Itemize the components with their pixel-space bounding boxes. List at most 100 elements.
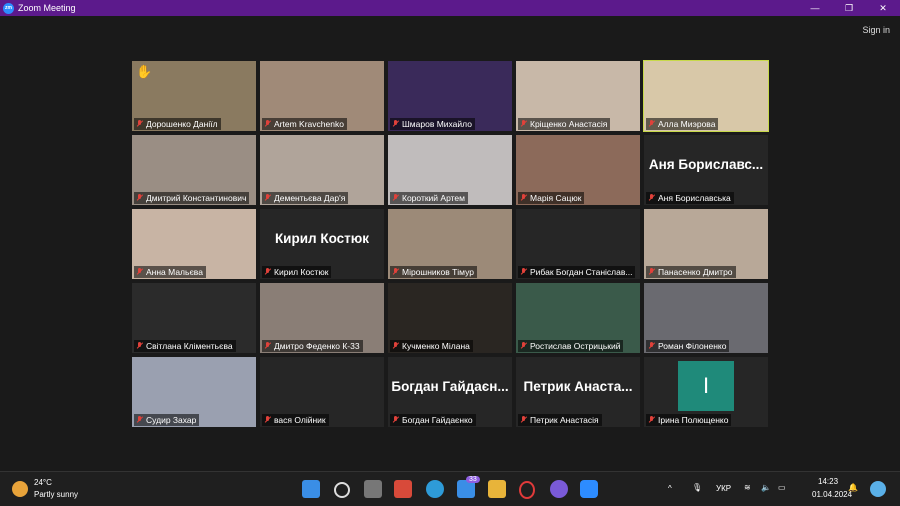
mic-muted-icon	[136, 194, 143, 202]
participant-tile[interactable]: Короткий Артем	[388, 135, 512, 205]
participant-name: Ростислав Острицький	[530, 341, 621, 351]
opera-icon[interactable]	[519, 481, 535, 499]
participant-tile[interactable]: Дементьєва Дар'я	[260, 135, 384, 205]
participant-name: Шмаров Михайло	[402, 119, 472, 129]
participant-name: Artem Kravchenko	[274, 119, 344, 129]
participant-tile[interactable]: Кучменко Мілана	[388, 283, 512, 353]
maximize-button[interactable]: ❐	[832, 0, 866, 16]
copilot-icon[interactable]	[870, 481, 886, 497]
title-bar: zm Zoom Meeting — ❐ ✕	[0, 0, 900, 16]
participant-tile[interactable]: Рибак Богдан Станіслав...	[516, 209, 640, 279]
mic-muted-icon	[392, 268, 399, 276]
battery-icon[interactable]: ▭	[778, 483, 786, 492]
participant-tile[interactable]: Судир Захар	[132, 357, 256, 427]
participant-name: Панасенко Дмитро	[658, 267, 733, 277]
participant-name-tag: Петрик Анастасія	[518, 414, 602, 426]
participant-name-tag: Богдан Гайдаєнко	[390, 414, 476, 426]
participant-tile[interactable]: Шмаров Михайло	[388, 61, 512, 131]
mic-muted-icon	[136, 120, 143, 128]
mail-badge: 33	[466, 476, 480, 483]
participant-name-tag: вася Олійник	[262, 414, 329, 426]
mic-muted-icon	[264, 342, 271, 350]
participant-tile[interactable]: Роман Філоненко	[644, 283, 768, 353]
participant-name: Короткий Артем	[402, 193, 465, 203]
task-view-icon[interactable]	[364, 480, 382, 498]
participant-name-tag: Алла Миэрова	[646, 118, 719, 130]
participant-tile[interactable]: вася Олійник	[260, 357, 384, 427]
participant-name: Мірошников Тімур	[402, 267, 475, 277]
participant-name-tag: Шмаров Михайло	[390, 118, 475, 130]
participant-tile[interactable]: Кирил Костюк Кирил Костюк	[260, 209, 384, 279]
notification-icon[interactable]: 🔔	[848, 483, 858, 492]
participant-display-name: Петрик Анаста...	[523, 379, 633, 394]
sign-in-link[interactable]: Sign in	[862, 25, 890, 35]
participant-name: Марія Сацюк	[530, 193, 582, 203]
participant-tile[interactable]: Ростислав Острицький	[516, 283, 640, 353]
mic-muted-icon	[264, 268, 271, 276]
mic-muted-icon	[648, 416, 655, 424]
participant-name: Петрик Анастасія	[530, 415, 599, 425]
participant-tile[interactable]: Анна Мальєва	[132, 209, 256, 279]
participant-display-name: Аня Бориславс...	[648, 157, 764, 172]
microphone-icon[interactable]: 🎙	[692, 483, 702, 492]
volume-icon[interactable]: 🔈	[761, 483, 771, 492]
minimize-button[interactable]: —	[798, 0, 832, 16]
mic-muted-icon	[264, 194, 271, 202]
edge-icon[interactable]	[426, 480, 444, 498]
participant-name: Анна Мальєва	[146, 267, 203, 277]
participant-tile[interactable]: Марія Сацюк	[516, 135, 640, 205]
participant-tile[interactable]: Аня Бориславс... Аня Бориславська	[644, 135, 768, 205]
participant-name: Ірина Полющенко	[658, 415, 729, 425]
clock-time[interactable]: 14:23	[818, 477, 838, 486]
participant-name: Алла Миэрова	[658, 119, 716, 129]
folder-icon[interactable]	[488, 480, 506, 498]
participant-name-tag: Роман Філоненко	[646, 340, 730, 352]
participant-name: Світлана Кліментьєва	[146, 341, 233, 351]
weather-icon[interactable]	[12, 481, 28, 497]
participant-tile[interactable]: І Ірина Полющенко	[644, 357, 768, 427]
mic-muted-icon	[392, 342, 399, 350]
avatar: І	[678, 361, 734, 411]
participant-tile[interactable]: Дмитро Феденко К-33	[260, 283, 384, 353]
weather-temp: 24°C	[34, 478, 52, 487]
chevron-up-icon[interactable]: ^	[668, 484, 672, 493]
search-icon[interactable]	[334, 482, 350, 498]
participant-tile[interactable]: Дмитрий Константинович	[132, 135, 256, 205]
mic-muted-icon	[648, 268, 655, 276]
zoom-taskbar-icon[interactable]	[580, 480, 598, 498]
mic-muted-icon	[392, 416, 399, 424]
language-indicator[interactable]: УКР	[716, 484, 731, 493]
wifi-icon[interactable]: ≋	[744, 483, 751, 492]
participant-tile[interactable]: Кріщенко Анастасія	[516, 61, 640, 131]
participant-tile[interactable]: Богдан Гайдаєн... Богдан Гайдаєнко	[388, 357, 512, 427]
participant-name-tag: Мірошников Тімур	[390, 266, 478, 278]
close-button[interactable]: ✕	[866, 0, 900, 16]
participant-tile[interactable]: ✋ Дорошенко Даніїл	[132, 61, 256, 131]
mic-muted-icon	[392, 194, 399, 202]
participant-name-tag: Кирил Костюк	[262, 266, 332, 278]
mic-muted-icon	[520, 268, 527, 276]
participant-name-tag: Аня Бориславська	[646, 192, 734, 204]
participant-tile[interactable]: Artem Kravchenko	[260, 61, 384, 131]
store-icon[interactable]	[394, 480, 412, 498]
raised-hand-icon: ✋	[136, 64, 153, 79]
participant-tile[interactable]: Петрик Анаста... Петрик Анастасія	[516, 357, 640, 427]
participant-tile[interactable]: Алла Миэрова	[643, 60, 769, 132]
participant-name-tag: Судир Захар	[134, 414, 200, 426]
clock-date[interactable]: 01.04.2024	[812, 490, 852, 499]
mic-muted-icon	[520, 416, 527, 424]
participant-name-tag: Панасенко Дмитро	[646, 266, 736, 278]
participant-name: Аня Бориславська	[658, 193, 731, 203]
participant-name-tag: Анна Мальєва	[134, 266, 206, 278]
viber-icon[interactable]	[550, 480, 568, 498]
start-icon[interactable]	[302, 480, 320, 498]
participant-name-tag: Дорошенко Даніїл	[134, 118, 221, 130]
participant-name: Кирил Костюк	[274, 267, 329, 277]
mic-muted-icon	[520, 120, 527, 128]
participant-tile[interactable]: Світлана Кліментьєва	[132, 283, 256, 353]
participant-tile[interactable]: Мірошников Тімур	[388, 209, 512, 279]
participant-tile[interactable]: Панасенко Дмитро	[644, 209, 768, 279]
participant-name: Дмитро Феденко К-33	[274, 341, 360, 351]
participant-name-tag: Короткий Артем	[390, 192, 468, 204]
participant-name-tag: Artem Kravchenko	[262, 118, 347, 130]
